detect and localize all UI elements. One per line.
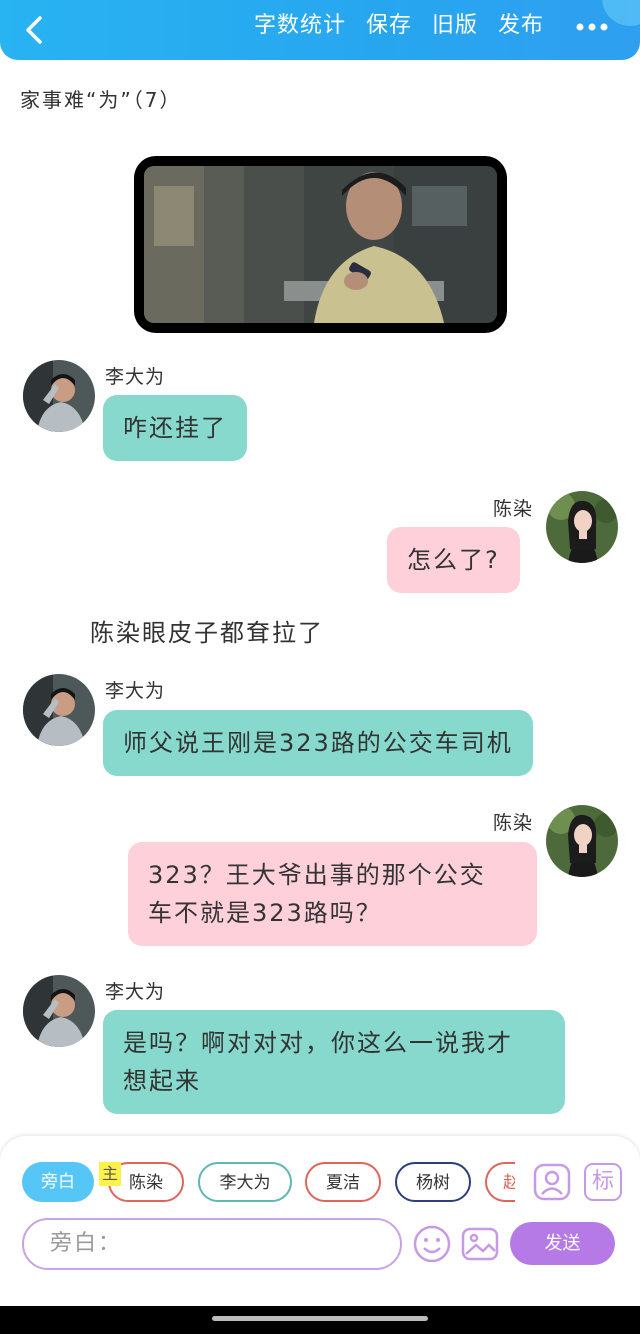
publish-button[interactable]: 发布	[498, 10, 544, 44]
avatar-image	[23, 674, 95, 746]
more-icon[interactable]	[572, 12, 612, 42]
message-bubble: 咋还挂了	[103, 395, 247, 461]
speaker-name: 李大为	[105, 981, 166, 1003]
speaker-name: 陈染	[493, 498, 534, 520]
avatar-chen-ran[interactable]	[546, 491, 618, 563]
home-indicator[interactable]	[212, 1316, 428, 1321]
send-button[interactable]: 发送	[510, 1222, 615, 1265]
message-line: 车不就是323路吗？	[148, 899, 382, 927]
avatar-li-dawei[interactable]	[23, 360, 95, 432]
back-icon[interactable]	[20, 10, 50, 50]
role-chip-li-dawei[interactable]: 李大为	[198, 1162, 292, 1202]
story-title: 家事难“为”（7）	[20, 88, 182, 112]
avatar-li-dawei[interactable]	[23, 674, 95, 746]
message-input[interactable]: 旁白：	[22, 1218, 402, 1270]
message-bubble: 是吗？啊对对对，你这么一说我才 想起来	[103, 1010, 565, 1114]
speaker-name: 李大为	[105, 680, 166, 702]
avatar-chen-ran[interactable]	[546, 805, 618, 877]
avatar-image	[546, 491, 618, 563]
speaker-name: 陈染	[493, 812, 534, 834]
top-actions: 字数统计 保存 旧版 发布	[254, 10, 544, 44]
narration-text: 陈染眼皮子都耷拉了	[90, 619, 324, 647]
avatar-image	[23, 360, 95, 432]
message-bubble: 师父说王刚是323路的公交车司机	[103, 710, 533, 776]
message-bubble: 323？王大爷出事的那个公交 车不就是323路吗？	[128, 842, 537, 946]
avatar-li-dawei[interactable]	[23, 975, 95, 1047]
message-line: 是吗？啊对对对，你这么一说我才	[123, 1029, 513, 1057]
add-role-icon[interactable]	[533, 1163, 571, 1201]
image-icon[interactable]	[460, 1224, 500, 1264]
message-line: 323？王大爷出事的那个公交	[148, 861, 486, 889]
avatar-image	[23, 975, 95, 1047]
media-thumbnail[interactable]	[134, 156, 507, 333]
emoji-icon[interactable]	[412, 1224, 452, 1264]
role-chip-narrator[interactable]: 旁白	[22, 1162, 94, 1202]
speaker-name: 李大为	[105, 366, 166, 388]
role-chip-xia-jie[interactable]: 夏洁	[305, 1162, 381, 1202]
main-role-badge: 主	[99, 1162, 121, 1186]
tag-button[interactable]: 标	[584, 1163, 622, 1201]
message-line: 想起来	[123, 1067, 201, 1095]
old-version-button[interactable]: 旧版	[432, 10, 478, 44]
role-chip-yang-shu[interactable]: 杨树	[395, 1162, 471, 1202]
avatar-image	[546, 805, 618, 877]
message-bubble: 怎么了?	[387, 527, 520, 593]
top-bar: 字数统计 保存 旧版 发布	[0, 0, 640, 60]
word-count-button[interactable]: 字数统计	[254, 10, 346, 44]
scene-image	[144, 166, 497, 323]
save-button[interactable]: 保存	[366, 10, 412, 44]
